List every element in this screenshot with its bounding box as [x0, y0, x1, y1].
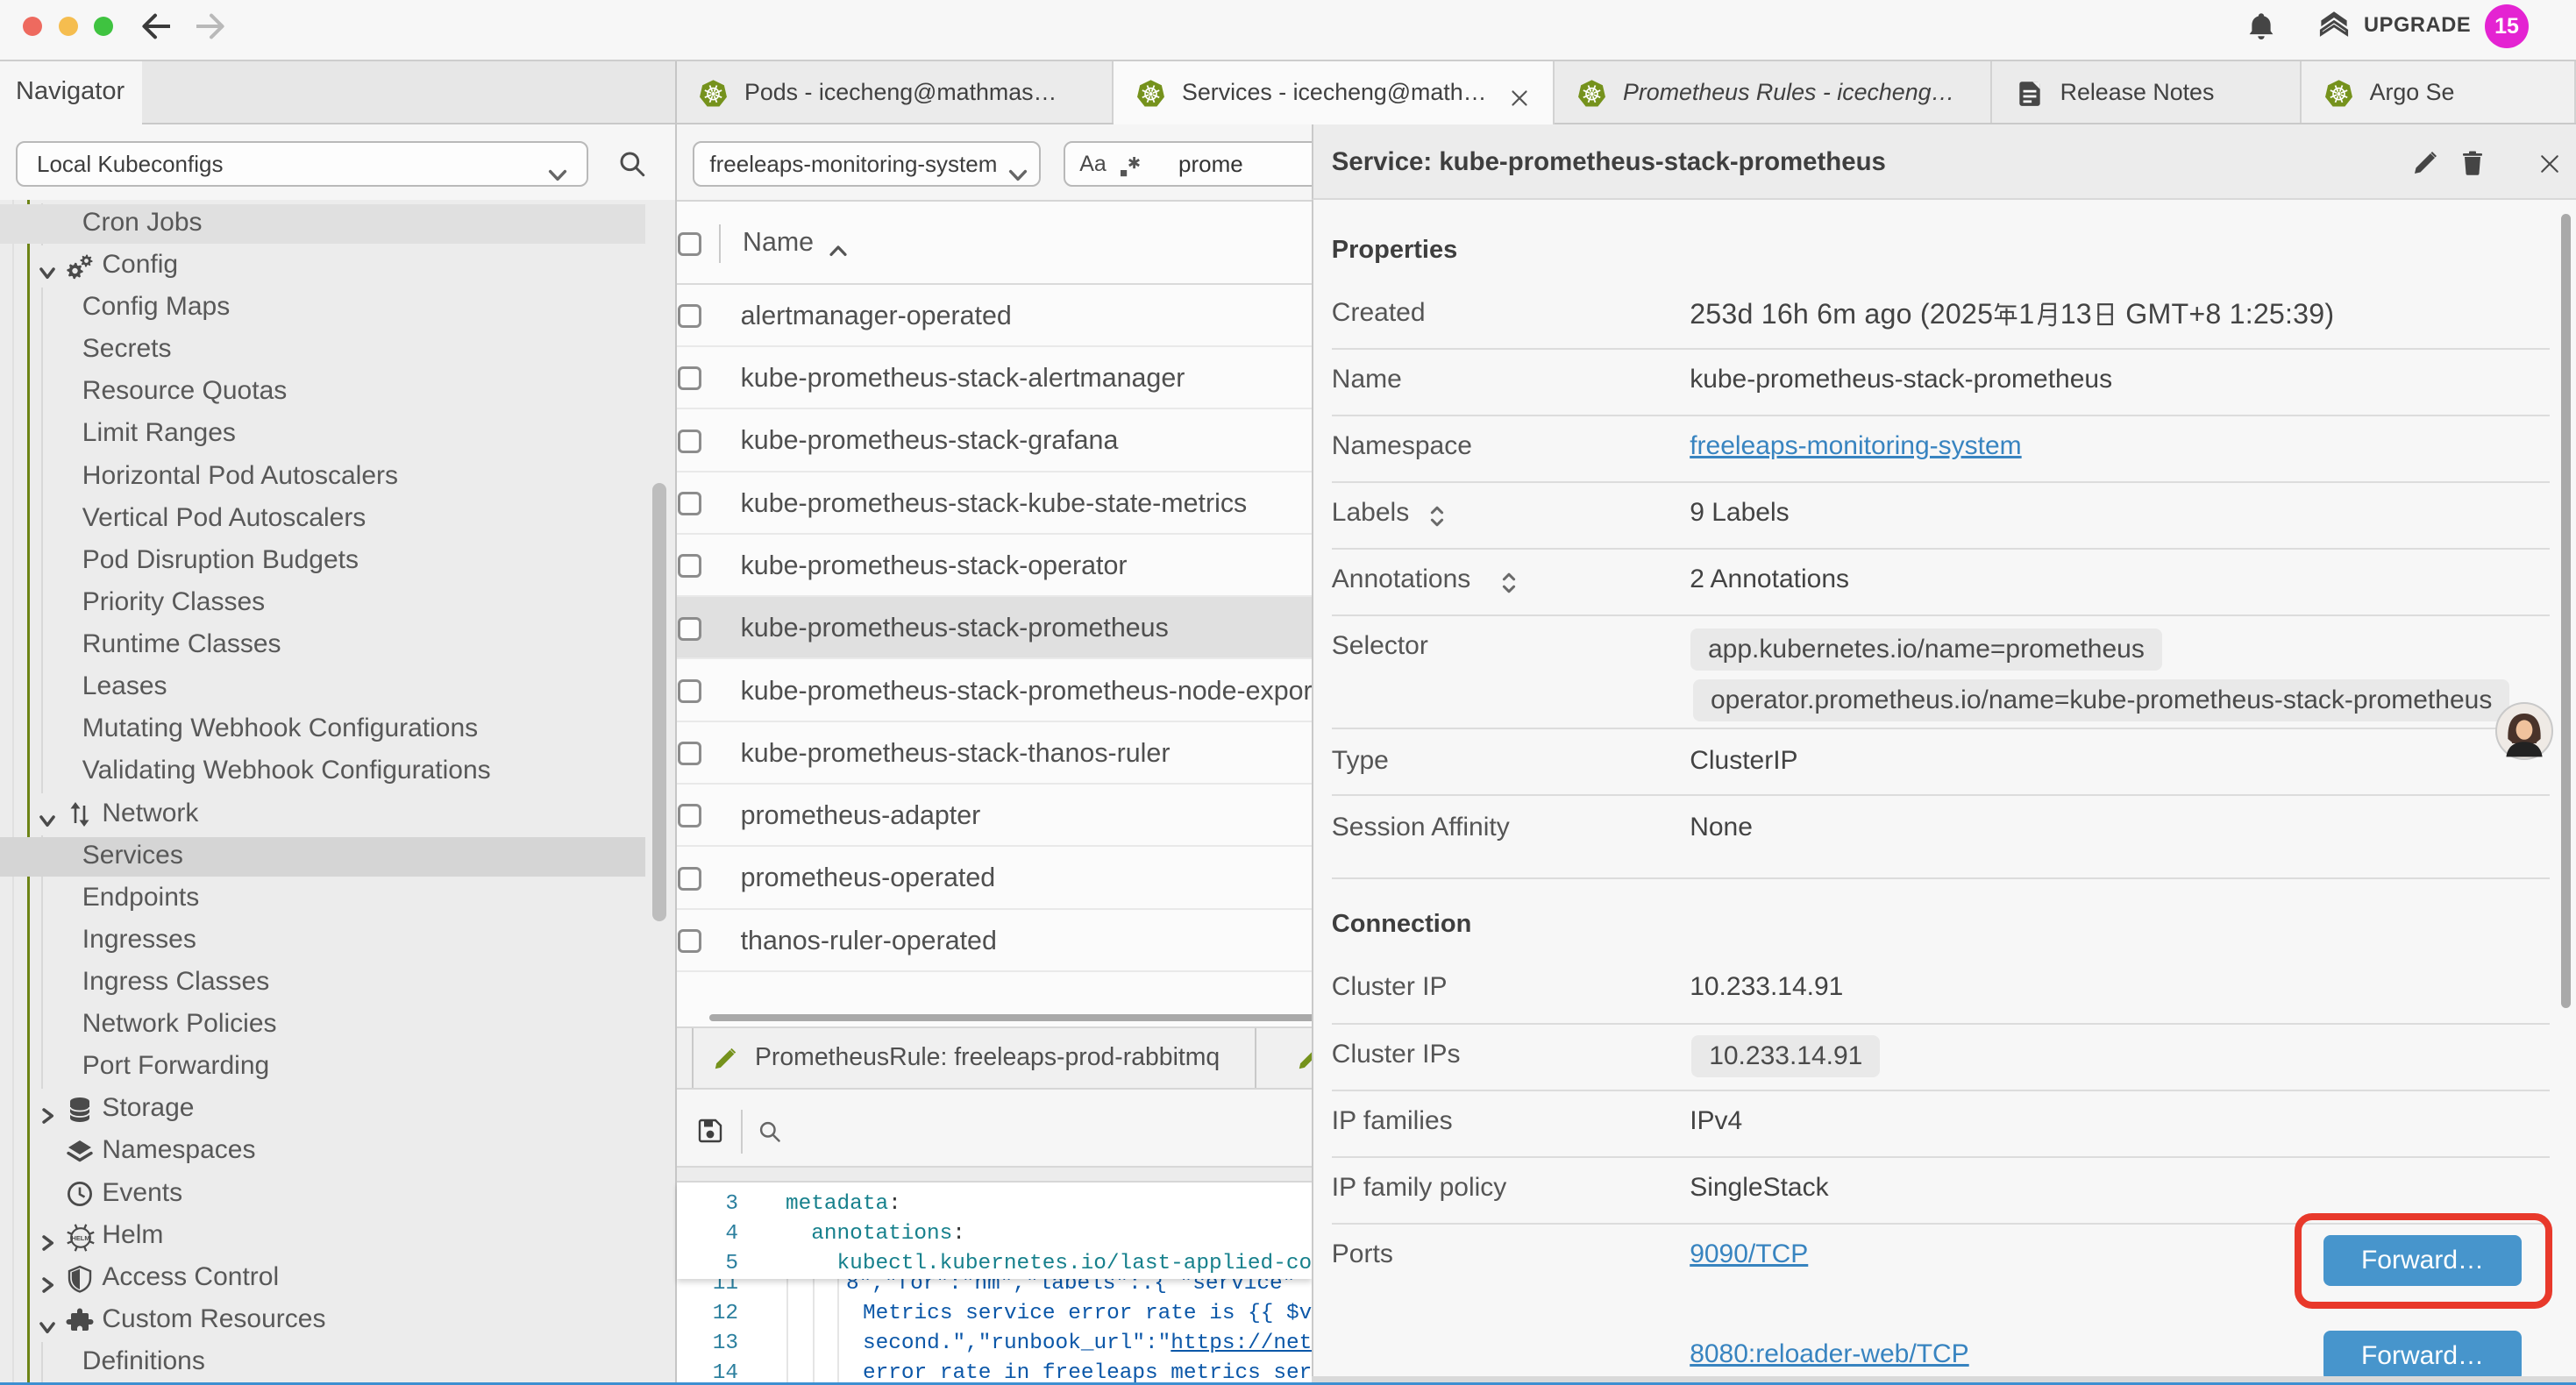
- svg-text:HELM: HELM: [71, 1233, 89, 1241]
